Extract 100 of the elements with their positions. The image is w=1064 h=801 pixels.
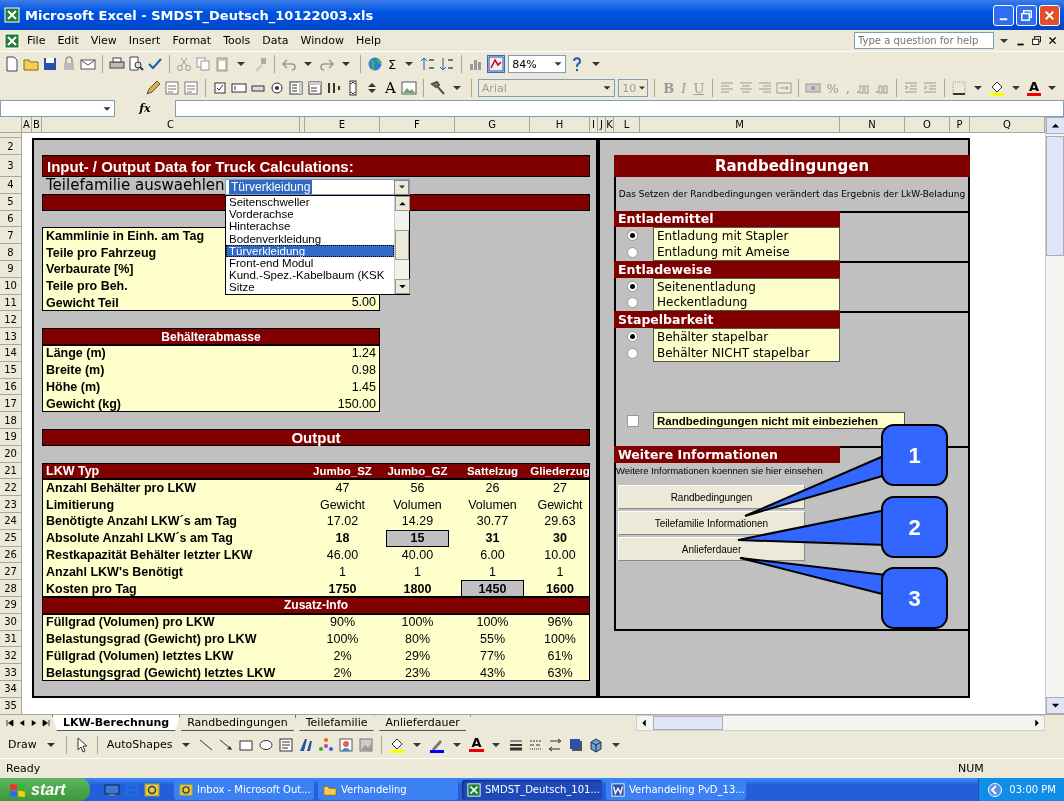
calendar-icon[interactable] bbox=[144, 781, 160, 798]
spelling-icon[interactable] bbox=[147, 56, 163, 72]
expand-tray-icon[interactable] bbox=[987, 781, 1004, 798]
list-box-icon[interactable] bbox=[288, 80, 304, 96]
image-icon[interactable] bbox=[400, 80, 417, 96]
radio-button[interactable] bbox=[627, 247, 638, 259]
row-header[interactable]: 28 bbox=[0, 580, 22, 597]
formula-field[interactable] bbox=[175, 100, 1064, 117]
zoom-field[interactable]: 84% bbox=[508, 55, 567, 73]
autoshapes-menu-button[interactable]: AutoShapes bbox=[104, 737, 175, 752]
dropdown-option[interactable]: Vorderachse bbox=[226, 208, 394, 221]
menu-item[interactable]: Tools bbox=[218, 33, 256, 48]
radio-button[interactable] bbox=[627, 347, 638, 359]
row-header[interactable]: 23 bbox=[0, 496, 22, 513]
info-button[interactable]: Teilefamilie Informationen bbox=[618, 511, 805, 536]
dropdown-option[interactable]: Hinterachse bbox=[226, 220, 394, 233]
dropdown-field[interactable]: Türverkleidung bbox=[225, 179, 410, 195]
dropdown-option[interactable]: Kund.-Spez.-Kabelbaum (KSK bbox=[226, 269, 394, 282]
restore-icon[interactable] bbox=[1030, 33, 1044, 48]
row-header[interactable]: 22 bbox=[0, 479, 22, 497]
row-header[interactable]: 17 bbox=[0, 395, 22, 413]
menu-item[interactable]: Format bbox=[167, 33, 217, 48]
print-preview-icon[interactable] bbox=[128, 56, 144, 72]
column-header[interactable]: O bbox=[905, 117, 950, 133]
radio-button[interactable] bbox=[627, 297, 638, 309]
first-sheet-icon[interactable] bbox=[4, 717, 16, 729]
sheet-tab[interactable]: LKW-Berechnung bbox=[52, 715, 181, 731]
row-header[interactable]: 12 bbox=[0, 311, 22, 329]
row-header[interactable]: 33 bbox=[0, 664, 22, 681]
column-header[interactable]: F bbox=[380, 117, 455, 133]
last-sheet-icon[interactable] bbox=[40, 717, 52, 729]
edit-code-icon[interactable] bbox=[145, 80, 161, 96]
radio-button[interactable] bbox=[627, 331, 638, 343]
shadow-icon[interactable] bbox=[567, 736, 584, 753]
sort-ascending-icon[interactable] bbox=[420, 56, 437, 72]
column-header[interactable]: Q bbox=[970, 117, 1045, 133]
workbook-icon[interactable] bbox=[4, 32, 20, 49]
taskbar-button[interactable]: Inbox - Microsoft Out... bbox=[174, 779, 314, 800]
row-header[interactable]: 3 bbox=[0, 155, 22, 177]
borders-icon[interactable] bbox=[950, 80, 967, 96]
scroll-up-icon[interactable] bbox=[395, 196, 410, 211]
new-document-icon[interactable] bbox=[4, 56, 20, 72]
dropdown-option[interactable]: Bodenverkleidung bbox=[226, 232, 394, 245]
column-header[interactable]: N bbox=[840, 117, 905, 133]
radio-button[interactable] bbox=[627, 230, 638, 242]
row-header[interactable]: 2 bbox=[0, 138, 22, 155]
fill-color-icon[interactable] bbox=[988, 80, 1005, 96]
column-header[interactable]: G bbox=[455, 117, 530, 133]
taskbar-button[interactable]: Verhandeling PvD_13... bbox=[606, 779, 746, 800]
column-header[interactable]: E bbox=[305, 117, 380, 133]
column-header[interactable]: C bbox=[42, 117, 300, 133]
scroll-down-icon[interactable] bbox=[395, 279, 410, 294]
row-header[interactable]: 7 bbox=[0, 227, 22, 245]
taskbar-button[interactable]: Verhandeling bbox=[318, 779, 458, 800]
help-question-field[interactable]: Type a question for help bbox=[854, 32, 994, 49]
dropdown-option[interactable]: Front-end Modul bbox=[226, 256, 394, 270]
row-header[interactable]: 4 bbox=[0, 177, 22, 194]
autosum-button[interactable]: Σ bbox=[386, 56, 399, 72]
wordart-icon[interactable] bbox=[298, 736, 315, 753]
sheet-tab[interactable]: Anlieferdauer bbox=[374, 715, 471, 731]
scroll-down-icon[interactable] bbox=[1046, 697, 1064, 714]
menu-item[interactable]: Help bbox=[350, 33, 386, 48]
print-icon[interactable] bbox=[109, 56, 125, 72]
dropdown-option[interactable]: Türverkleidung bbox=[226, 244, 394, 257]
menu-item[interactable]: Data bbox=[257, 33, 294, 48]
sort-descending-icon[interactable] bbox=[439, 56, 456, 72]
3d-icon[interactable] bbox=[587, 736, 604, 753]
radio-button-icon[interactable] bbox=[269, 80, 285, 96]
scroll-thumb[interactable] bbox=[653, 716, 723, 730]
dropdown-option[interactable]: Sitze bbox=[226, 281, 394, 294]
menu-item[interactable]: Edit bbox=[52, 33, 84, 48]
menu-item[interactable]: View bbox=[85, 33, 122, 48]
row-header[interactable]: 18 bbox=[0, 412, 22, 429]
column-header[interactable]: P bbox=[950, 117, 970, 133]
hyperlink-icon[interactable] bbox=[367, 56, 383, 72]
dropdown-option[interactable]: Seitenschweller bbox=[226, 196, 394, 209]
row-header[interactable]: 32 bbox=[0, 647, 22, 665]
drawing-icon[interactable] bbox=[487, 55, 506, 73]
menu-item[interactable]: Window bbox=[295, 33, 349, 48]
row-header[interactable]: 27 bbox=[0, 563, 22, 581]
column-header[interactable]: L bbox=[614, 117, 640, 133]
row-header[interactable]: 8 bbox=[0, 244, 22, 261]
scroll-thumb[interactable] bbox=[395, 230, 409, 260]
fill-color-icon[interactable] bbox=[389, 736, 406, 753]
checkbox-icon[interactable] bbox=[212, 80, 228, 96]
save-icon[interactable] bbox=[42, 56, 58, 72]
clip-art-icon[interactable] bbox=[338, 736, 355, 753]
text-field-icon[interactable] bbox=[231, 80, 247, 96]
menu-item[interactable]: File bbox=[22, 33, 51, 48]
arrow-style-icon[interactable] bbox=[547, 736, 564, 753]
email-icon[interactable] bbox=[80, 56, 96, 72]
diagram-icon[interactable] bbox=[318, 736, 335, 753]
taskbar-button[interactable]: SMDST_Deutsch_101... bbox=[462, 779, 602, 800]
column-header[interactable]: M bbox=[640, 117, 840, 133]
toggle-icon[interactable] bbox=[326, 80, 342, 96]
column-header[interactable]: H bbox=[530, 117, 590, 133]
info-button[interactable]: Randbedingungen bbox=[618, 485, 805, 510]
draw-menu-button[interactable]: Draw bbox=[6, 737, 39, 752]
merge-cells-icon[interactable] bbox=[776, 80, 793, 96]
info-button[interactable]: Anlieferdauer bbox=[618, 537, 805, 562]
